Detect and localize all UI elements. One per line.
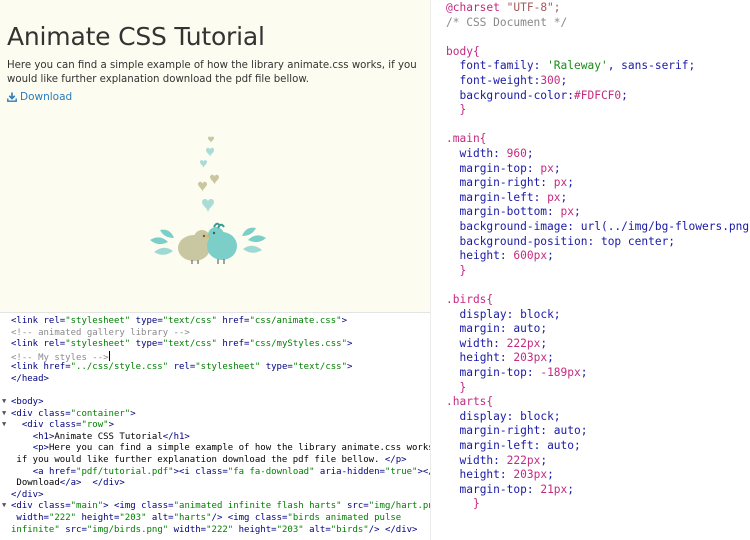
code-line: <p>Here you can find a simple example of… xyxy=(32,443,430,454)
code-line: margin-left: px; xyxy=(459,190,568,204)
code-line: margin-top: -189px; xyxy=(459,366,588,379)
code-line: <h1>Animate CSS Tutorial</h1> xyxy=(32,431,190,442)
code-line: <div class="row"> xyxy=(21,420,114,431)
code-line: display: block; xyxy=(459,409,561,423)
code-line: width: 222px; xyxy=(459,453,548,467)
code-line: display: block; xyxy=(459,307,561,321)
code-line: /* CSS Document */ xyxy=(446,15,568,29)
code-line: <!-- animated gallery library --> xyxy=(11,327,190,338)
fold-arrow-icon[interactable]: ▼ xyxy=(2,408,6,420)
fold-arrow-icon[interactable]: ▼ xyxy=(2,419,6,431)
code-line: </div> xyxy=(11,489,44,500)
intro-paragraph: Here you can find a simple example of ho… xyxy=(7,60,417,85)
code-line: } xyxy=(459,263,467,277)
code-line: width: 960; xyxy=(459,147,534,160)
download-icon xyxy=(7,92,17,102)
code-line: <a href="pdf/tutorial.pdf"><i class="fa … xyxy=(32,466,430,477)
fold-arrow-icon[interactable]: ▼ xyxy=(2,500,6,512)
code-line: <div class="container"> xyxy=(11,408,136,419)
code-line: height: 600px; xyxy=(459,249,554,263)
code-comment: <!-- My styles --> xyxy=(11,352,109,363)
code-line: </head> xyxy=(11,374,49,384)
code-line: <link rel="stylesheet" type="text/css" h… xyxy=(11,339,353,350)
code-line: font-family: 'Raleway', sans-serif; xyxy=(459,59,696,73)
code-line: body{ xyxy=(446,44,480,58)
code-line: .birds{ xyxy=(446,293,494,306)
code-line: margin-left: auto; xyxy=(459,439,581,452)
code-line: margin-top: 21px; xyxy=(459,482,575,496)
code-line: background-position: top center; xyxy=(459,234,676,248)
birds-image xyxy=(150,222,266,264)
code-line: <div class="main"> <img class="animated … xyxy=(11,501,430,512)
text-caret xyxy=(108,350,110,361)
html-code-editor[interactable]: <link rel="stylesheet" type="text/css" h… xyxy=(0,312,430,540)
code-line: font-weight:300; xyxy=(459,74,568,87)
code-line: margin: auto; xyxy=(459,322,548,336)
code-line: margin-right: auto; xyxy=(459,424,588,438)
page-title: Animate CSS Tutorial xyxy=(7,22,265,51)
code-line: if you would like further explanation do… xyxy=(11,455,407,465)
fold-arrow-icon[interactable]: ▼ xyxy=(2,396,6,408)
code-line: margin-right: px; xyxy=(459,176,575,190)
code-line: height: 203px; xyxy=(459,468,554,482)
hearts-image xyxy=(198,136,219,213)
code-line: width="222" height="203" alt="harts"/> <… xyxy=(16,513,402,523)
download-label: Download xyxy=(20,91,73,103)
code-line: <body> xyxy=(11,397,44,407)
code-line: <link href="../css/style.css" rel="style… xyxy=(11,362,353,373)
code-line: background-image: url(../img/bg-flowers.… xyxy=(459,220,750,233)
css-code-editor[interactable]: @charset "UTF-8"; /* CSS Document */ bod… xyxy=(430,0,750,540)
code-line: @charset "UTF-8"; xyxy=(446,1,561,14)
code-line: width: 222px; xyxy=(459,336,548,350)
code-line: .harts{ xyxy=(446,395,494,409)
code-line: infinite" src="img/birds.png" width="222… xyxy=(11,524,418,535)
code-line: } xyxy=(459,380,467,394)
code-line: } xyxy=(459,103,467,117)
code-line: } xyxy=(472,497,480,511)
code-line: margin-top: px; xyxy=(459,161,561,175)
code-line: Download</a> </div> xyxy=(11,478,125,489)
code-line: margin-bottom: px; xyxy=(459,205,581,219)
code-line: <link rel="stylesheet" type="text/css" h… xyxy=(11,316,347,326)
download-link[interactable]: Download xyxy=(7,91,72,103)
live-preview-pane: Animate CSS Tutorial Here you can find a… xyxy=(0,0,430,312)
code-line: height: 203px; xyxy=(459,351,554,365)
code-line: background-color:#FDFCF0; xyxy=(459,88,628,102)
code-line: .main{ xyxy=(446,132,487,146)
